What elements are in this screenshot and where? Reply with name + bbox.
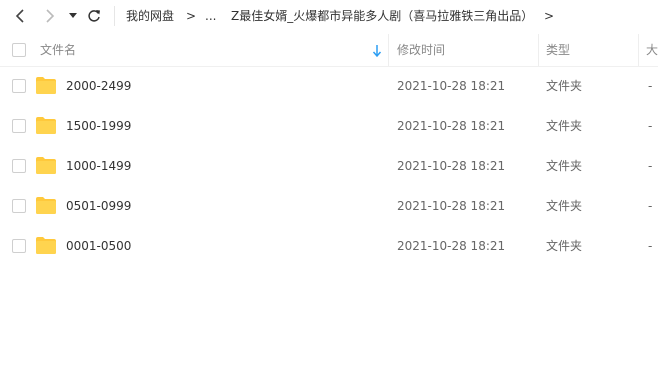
file-name[interactable]: 1500-1999: [66, 118, 131, 134]
file-type: 文件夹: [546, 79, 583, 93]
column-header-modified[interactable]: 修改时间: [397, 42, 445, 58]
file-size: -: [648, 119, 653, 133]
file-type: 文件夹: [546, 119, 583, 133]
select-all-checkbox[interactable]: [12, 43, 26, 57]
breadcrumb-ellipsis[interactable]: ...: [205, 8, 216, 24]
file-name[interactable]: 2000-2499: [66, 78, 131, 94]
column-divider[interactable]: [538, 34, 539, 66]
row-checkbox[interactable]: [12, 239, 26, 253]
file-type: 文件夹: [546, 239, 583, 253]
column-header-name[interactable]: 文件名: [40, 42, 76, 58]
file-type: 文件夹: [546, 199, 583, 213]
folder-icon: [36, 117, 56, 134]
folder-icon: [36, 197, 56, 214]
column-divider[interactable]: [388, 34, 389, 66]
modified-time: 2021-10-28 18:21: [397, 239, 506, 253]
file-size: -: [648, 239, 653, 253]
modified-time: 2021-10-28 18:21: [397, 119, 506, 133]
forward-icon[interactable]: [44, 8, 56, 24]
refresh-icon[interactable]: [86, 8, 102, 24]
column-divider[interactable]: [638, 34, 639, 66]
table-row[interactable]: 2000-2499 2021-10-28 18:21 文件夹 -: [0, 66, 658, 106]
modified-time: 2021-10-28 18:21: [397, 199, 506, 213]
row-checkbox[interactable]: [12, 119, 26, 133]
row-checkbox[interactable]: [12, 79, 26, 93]
breadcrumb-root[interactable]: 我的网盘: [126, 8, 174, 24]
toolbar-divider: [114, 6, 115, 26]
file-name[interactable]: 0001-0500: [66, 238, 131, 254]
folder-icon: [36, 157, 56, 174]
file-size: -: [648, 79, 653, 93]
toolbar: 我的网盘 > ... Z最佳女婿_火爆都市异能多人剧（喜马拉雅铁三角出品） >: [0, 0, 658, 33]
file-type: 文件夹: [546, 159, 583, 173]
table-row[interactable]: 1000-1499 2021-10-28 18:21 文件夹 -: [0, 146, 658, 186]
folder-icon: [36, 237, 56, 254]
table-row[interactable]: 0001-0500 2021-10-28 18:21 文件夹 -: [0, 226, 658, 266]
row-checkbox[interactable]: [12, 159, 26, 173]
history-dropdown-icon[interactable]: [68, 8, 78, 24]
file-size: -: [648, 159, 653, 173]
modified-time: 2021-10-28 18:21: [397, 159, 506, 173]
row-checkbox[interactable]: [12, 199, 26, 213]
breadcrumb-separator: >: [186, 9, 197, 23]
folder-icon: [36, 77, 56, 94]
column-header-size[interactable]: 大: [646, 42, 658, 58]
table-row[interactable]: 0501-0999 2021-10-28 18:21 文件夹 -: [0, 186, 658, 226]
file-name[interactable]: 0501-0999: [66, 198, 131, 214]
file-name[interactable]: 1000-1499: [66, 158, 131, 174]
sort-down-arrow-icon[interactable]: [372, 43, 382, 58]
file-size: -: [648, 199, 653, 213]
breadcrumb-current-folder[interactable]: Z最佳女婿_火爆都市异能多人剧（喜马拉雅铁三角出品）: [231, 8, 533, 24]
modified-time: 2021-10-28 18:21: [397, 79, 506, 93]
table-row[interactable]: 1500-1999 2021-10-28 18:21 文件夹 -: [0, 106, 658, 146]
back-icon[interactable]: [14, 8, 26, 24]
column-header-type[interactable]: 类型: [546, 42, 570, 58]
breadcrumb-separator: >: [544, 9, 555, 23]
file-list-header: 文件名 修改时间 类型 大: [0, 34, 658, 67]
